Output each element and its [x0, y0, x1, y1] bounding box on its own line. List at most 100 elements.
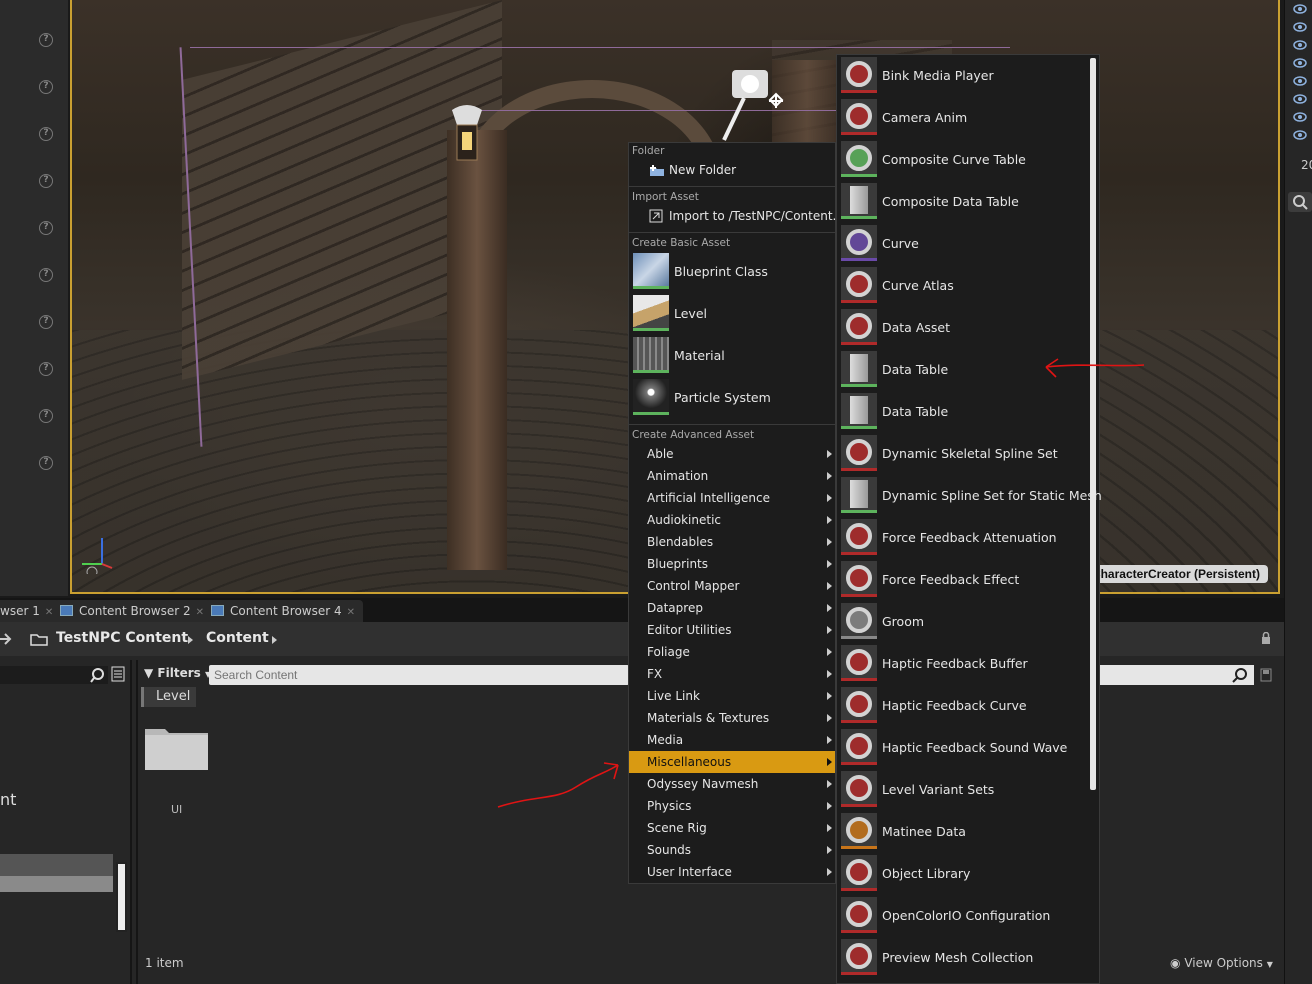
help-icon[interactable]: ?: [39, 221, 53, 235]
sources-tree-row[interactable]: [0, 854, 113, 876]
eye-icon[interactable]: [1293, 94, 1307, 104]
advanced-category-item[interactable]: Live Link: [629, 685, 835, 707]
advanced-category-item[interactable]: Scene Rig: [629, 817, 835, 839]
advanced-category-item[interactable]: Audiokinetic: [629, 509, 835, 531]
advanced-category-item[interactable]: FX: [629, 663, 835, 685]
submenu-item[interactable]: Level Variant Sets: [841, 771, 1091, 811]
advanced-category-item[interactable]: Control Mapper: [629, 575, 835, 597]
sources-tree-row-selected[interactable]: [0, 876, 113, 892]
advanced-category-item[interactable]: Media: [629, 729, 835, 751]
advanced-category-item[interactable]: Blendables: [629, 531, 835, 553]
advanced-category-item[interactable]: Editor Utilities: [629, 619, 835, 641]
advanced-category-item[interactable]: Miscellaneous: [629, 751, 835, 773]
eye-icon[interactable]: [1293, 40, 1307, 50]
chevron-down-icon: ▼: [1266, 960, 1273, 969]
save-search-icon[interactable]: [1260, 668, 1272, 682]
search-content-input-end[interactable]: [1098, 665, 1254, 685]
sources-tree-item[interactable]: nt: [0, 790, 16, 809]
advanced-category-item[interactable]: User Interface: [629, 861, 835, 883]
tab-content-browser-1[interactable]: wser 1 ✕: [0, 600, 62, 622]
submenu-item[interactable]: Preview Mesh Collection: [841, 939, 1091, 979]
list-view-icon[interactable]: [111, 666, 125, 682]
advanced-category-item[interactable]: Able: [629, 443, 835, 465]
eye-icon[interactable]: [1293, 58, 1307, 68]
breadcrumb-arrow-icon[interactable]: [188, 636, 193, 644]
breadcrumb-root[interactable]: TestNPC Content: [56, 630, 188, 646]
basic-asset-item[interactable]: Level: [633, 295, 833, 335]
pane-divider[interactable]: [136, 660, 138, 984]
help-icon[interactable]: ?: [39, 80, 53, 94]
forward-arrow-icon[interactable]: [0, 632, 14, 646]
folder-label[interactable]: UI: [171, 803, 182, 816]
help-icon[interactable]: ?: [39, 33, 53, 47]
spotlight-icon[interactable]: [722, 60, 802, 150]
volume-edge: [452, 110, 892, 111]
submenu-item[interactable]: Curve Atlas: [841, 267, 1091, 307]
help-icon[interactable]: ?: [39, 127, 53, 141]
submenu-item[interactable]: Bink Media Player: [841, 57, 1091, 97]
search-content-input[interactable]: [209, 665, 629, 685]
submenu-item[interactable]: Object Library: [841, 855, 1091, 895]
close-icon[interactable]: ✕: [45, 607, 53, 618]
basic-asset-item[interactable]: Particle System: [633, 379, 833, 419]
eye-icon[interactable]: [1293, 4, 1307, 14]
submenu-item[interactable]: Camera Anim: [841, 99, 1091, 139]
basic-asset-item[interactable]: Material: [633, 337, 833, 377]
submenu-item[interactable]: Data Asset: [841, 309, 1091, 349]
sources-scrollbar[interactable]: [116, 862, 127, 932]
new-folder-item[interactable]: New Folder: [629, 160, 835, 182]
basic-asset-item[interactable]: Blueprint Class: [633, 253, 833, 293]
help-icon[interactable]: ?: [39, 456, 53, 470]
advanced-category-item[interactable]: Sounds: [629, 839, 835, 861]
view-options-button[interactable]: ◉ View Options ▼: [1170, 956, 1273, 970]
submenu-item[interactable]: Composite Curve Table: [841, 141, 1091, 181]
search-icon[interactable]: [1288, 192, 1312, 212]
advanced-category-item[interactable]: Artificial Intelligence: [629, 487, 835, 509]
eye-icon[interactable]: [1293, 130, 1307, 140]
submenu-item-label: Composite Data Table: [882, 194, 1019, 209]
import-item[interactable]: Import to /TestNPC/Content...: [629, 206, 844, 228]
advanced-category-item[interactable]: Blueprints: [629, 553, 835, 575]
eye-icon[interactable]: [1293, 112, 1307, 122]
submenu-item[interactable]: Haptic Feedback Sound Wave: [841, 729, 1091, 769]
tab-content-browser-2[interactable]: Content Browser 2 ✕: [54, 600, 213, 622]
help-icon[interactable]: ?: [39, 315, 53, 329]
filters-button[interactable]: ▼ Filters ▼: [144, 666, 211, 680]
help-icon[interactable]: ?: [39, 174, 53, 188]
submenu-item[interactable]: Composite Data Table: [841, 183, 1091, 223]
submenu-item[interactable]: Dynamic Spline Set for Static Mesh: [841, 477, 1102, 517]
submenu-item[interactable]: Dynamic Skeletal Spline Set: [841, 435, 1091, 475]
submenu-item[interactable]: Data Table: [841, 393, 1091, 433]
advanced-category-item[interactable]: Odyssey Navmesh: [629, 773, 835, 795]
submenu-item[interactable]: OpenColorIO Configuration: [841, 897, 1091, 937]
submenu-scrollbar[interactable]: [1090, 58, 1096, 790]
submenu-item[interactable]: Matinee Data: [841, 813, 1091, 853]
submenu-item[interactable]: Groom: [841, 603, 1091, 643]
close-icon[interactable]: ✕: [196, 607, 204, 618]
submenu-item[interactable]: Haptic Feedback Buffer: [841, 645, 1091, 685]
submenu-item[interactable]: Force Feedback Effect: [841, 561, 1091, 601]
filter-chip-level[interactable]: Level: [141, 687, 197, 707]
advanced-category-item[interactable]: Physics: [629, 795, 835, 817]
submenu-item[interactable]: Data Table: [841, 351, 1091, 391]
tab-content-browser-4[interactable]: Content Browser 4 ✕: [205, 600, 364, 622]
sources-panel: [0, 660, 132, 984]
close-icon[interactable]: ✕: [347, 607, 355, 618]
advanced-category-item[interactable]: Foliage: [629, 641, 835, 663]
folder-icon[interactable]: [144, 725, 209, 771]
submenu-item[interactable]: Force Feedback Attenuation: [841, 519, 1091, 559]
lock-icon[interactable]: [1261, 632, 1271, 644]
help-icon[interactable]: ?: [39, 409, 53, 423]
submenu-item[interactable]: Curve: [841, 225, 1091, 265]
advanced-category-item[interactable]: Animation: [629, 465, 835, 487]
sources-search-input[interactable]: [0, 666, 108, 684]
help-icon[interactable]: ?: [39, 362, 53, 376]
advanced-category-item[interactable]: Dataprep: [629, 597, 835, 619]
eye-icon[interactable]: [1293, 22, 1307, 32]
breadcrumb-folder[interactable]: Content: [206, 630, 269, 646]
advanced-category-item[interactable]: Materials & Textures: [629, 707, 835, 729]
submenu-item[interactable]: Haptic Feedback Curve: [841, 687, 1091, 727]
breadcrumb-arrow-icon[interactable]: [272, 636, 277, 644]
eye-icon[interactable]: [1293, 76, 1307, 86]
help-icon[interactable]: ?: [39, 268, 53, 282]
